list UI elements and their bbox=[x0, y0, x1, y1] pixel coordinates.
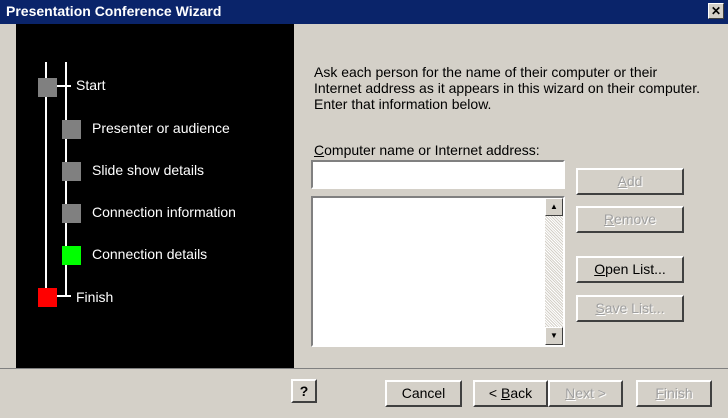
help-icon: ? bbox=[299, 383, 309, 399]
open-list-button-mnemonic: O bbox=[594, 261, 606, 277]
content-panel: Ask each person for the name of their co… bbox=[294, 24, 712, 368]
back-button-mnemonic: B bbox=[500, 385, 511, 401]
add-button[interactable]: Add bbox=[576, 168, 684, 195]
step-label-presenter: Presenter or audience bbox=[92, 120, 230, 136]
step-marker-start bbox=[38, 78, 57, 97]
instructions-text: Ask each person for the name of their co… bbox=[314, 64, 700, 112]
wizard-dialog: Presentation Conference Wizard ✕ Start P… bbox=[0, 0, 728, 418]
list-scrollbar[interactable]: ▲ ▼ bbox=[545, 198, 563, 345]
step-label-start: Start bbox=[76, 77, 106, 93]
next-button-mnemonic: N bbox=[565, 385, 576, 401]
window-title: Presentation Conference Wizard bbox=[6, 3, 222, 19]
scroll-down-button[interactable]: ▼ bbox=[545, 327, 563, 345]
scroll-up-button[interactable]: ▲ bbox=[545, 198, 563, 216]
finish-button-label: inish bbox=[663, 385, 693, 401]
computer-list[interactable]: ▲ ▼ bbox=[311, 196, 565, 347]
step-label-connection-information: Connection information bbox=[92, 204, 236, 220]
step-marker-connection-information bbox=[62, 204, 81, 223]
step-label-finish: Finish bbox=[76, 289, 114, 305]
open-list-button[interactable]: Open List... bbox=[576, 256, 684, 283]
next-button[interactable]: Next > bbox=[548, 380, 623, 407]
add-button-label: dd bbox=[626, 173, 643, 189]
remove-button-mnemonic: R bbox=[603, 211, 615, 227]
remove-button-label: emove bbox=[614, 211, 657, 227]
close-icon: ✕ bbox=[710, 4, 722, 18]
save-list-button-label: ave List... bbox=[604, 300, 665, 316]
button-bar: ? Cancel < Back Next > Finish bbox=[0, 368, 728, 418]
computer-name-input[interactable] bbox=[311, 160, 565, 189]
scroll-up-icon: ▲ bbox=[550, 202, 558, 211]
add-button-mnemonic: A bbox=[617, 173, 627, 189]
step-marker-slide-show bbox=[62, 162, 81, 181]
cancel-button[interactable]: Cancel bbox=[385, 380, 462, 407]
step-marker-finish bbox=[38, 288, 57, 307]
step-tree bbox=[38, 62, 81, 307]
step-marker-presenter bbox=[62, 120, 81, 139]
next-button-label: ext > bbox=[575, 385, 606, 401]
step-label-slide-show: Slide show details bbox=[92, 162, 205, 178]
save-list-button[interactable]: Save List... bbox=[576, 295, 684, 322]
computer-name-label-rest: omputer name or Internet address: bbox=[324, 142, 540, 158]
save-list-button-mnemonic: S bbox=[595, 300, 605, 316]
back-button-prefix: < bbox=[488, 385, 501, 401]
computer-name-label: Computer name or Internet address: bbox=[314, 142, 540, 158]
step-panel: Start Presenter or audience Slide show d… bbox=[16, 24, 294, 368]
close-button[interactable]: ✕ bbox=[708, 3, 724, 19]
help-button[interactable]: ? bbox=[291, 379, 317, 403]
step-marker-connection-details bbox=[62, 246, 81, 265]
computer-name-label-mnemonic: C bbox=[314, 142, 325, 158]
back-button[interactable]: < Back bbox=[473, 380, 548, 407]
cancel-button-label: Cancel bbox=[401, 385, 446, 401]
finish-button-mnemonic: F bbox=[655, 385, 664, 401]
finish-button[interactable]: Finish bbox=[636, 380, 712, 407]
back-button-label: ack bbox=[510, 385, 533, 401]
scroll-down-icon: ▼ bbox=[550, 331, 558, 340]
remove-button[interactable]: Remove bbox=[576, 206, 684, 233]
open-list-button-label: pen List... bbox=[605, 261, 666, 277]
step-label-connection-details: Connection details bbox=[92, 246, 208, 262]
title-bar: Presentation Conference Wizard ✕ bbox=[0, 0, 728, 24]
